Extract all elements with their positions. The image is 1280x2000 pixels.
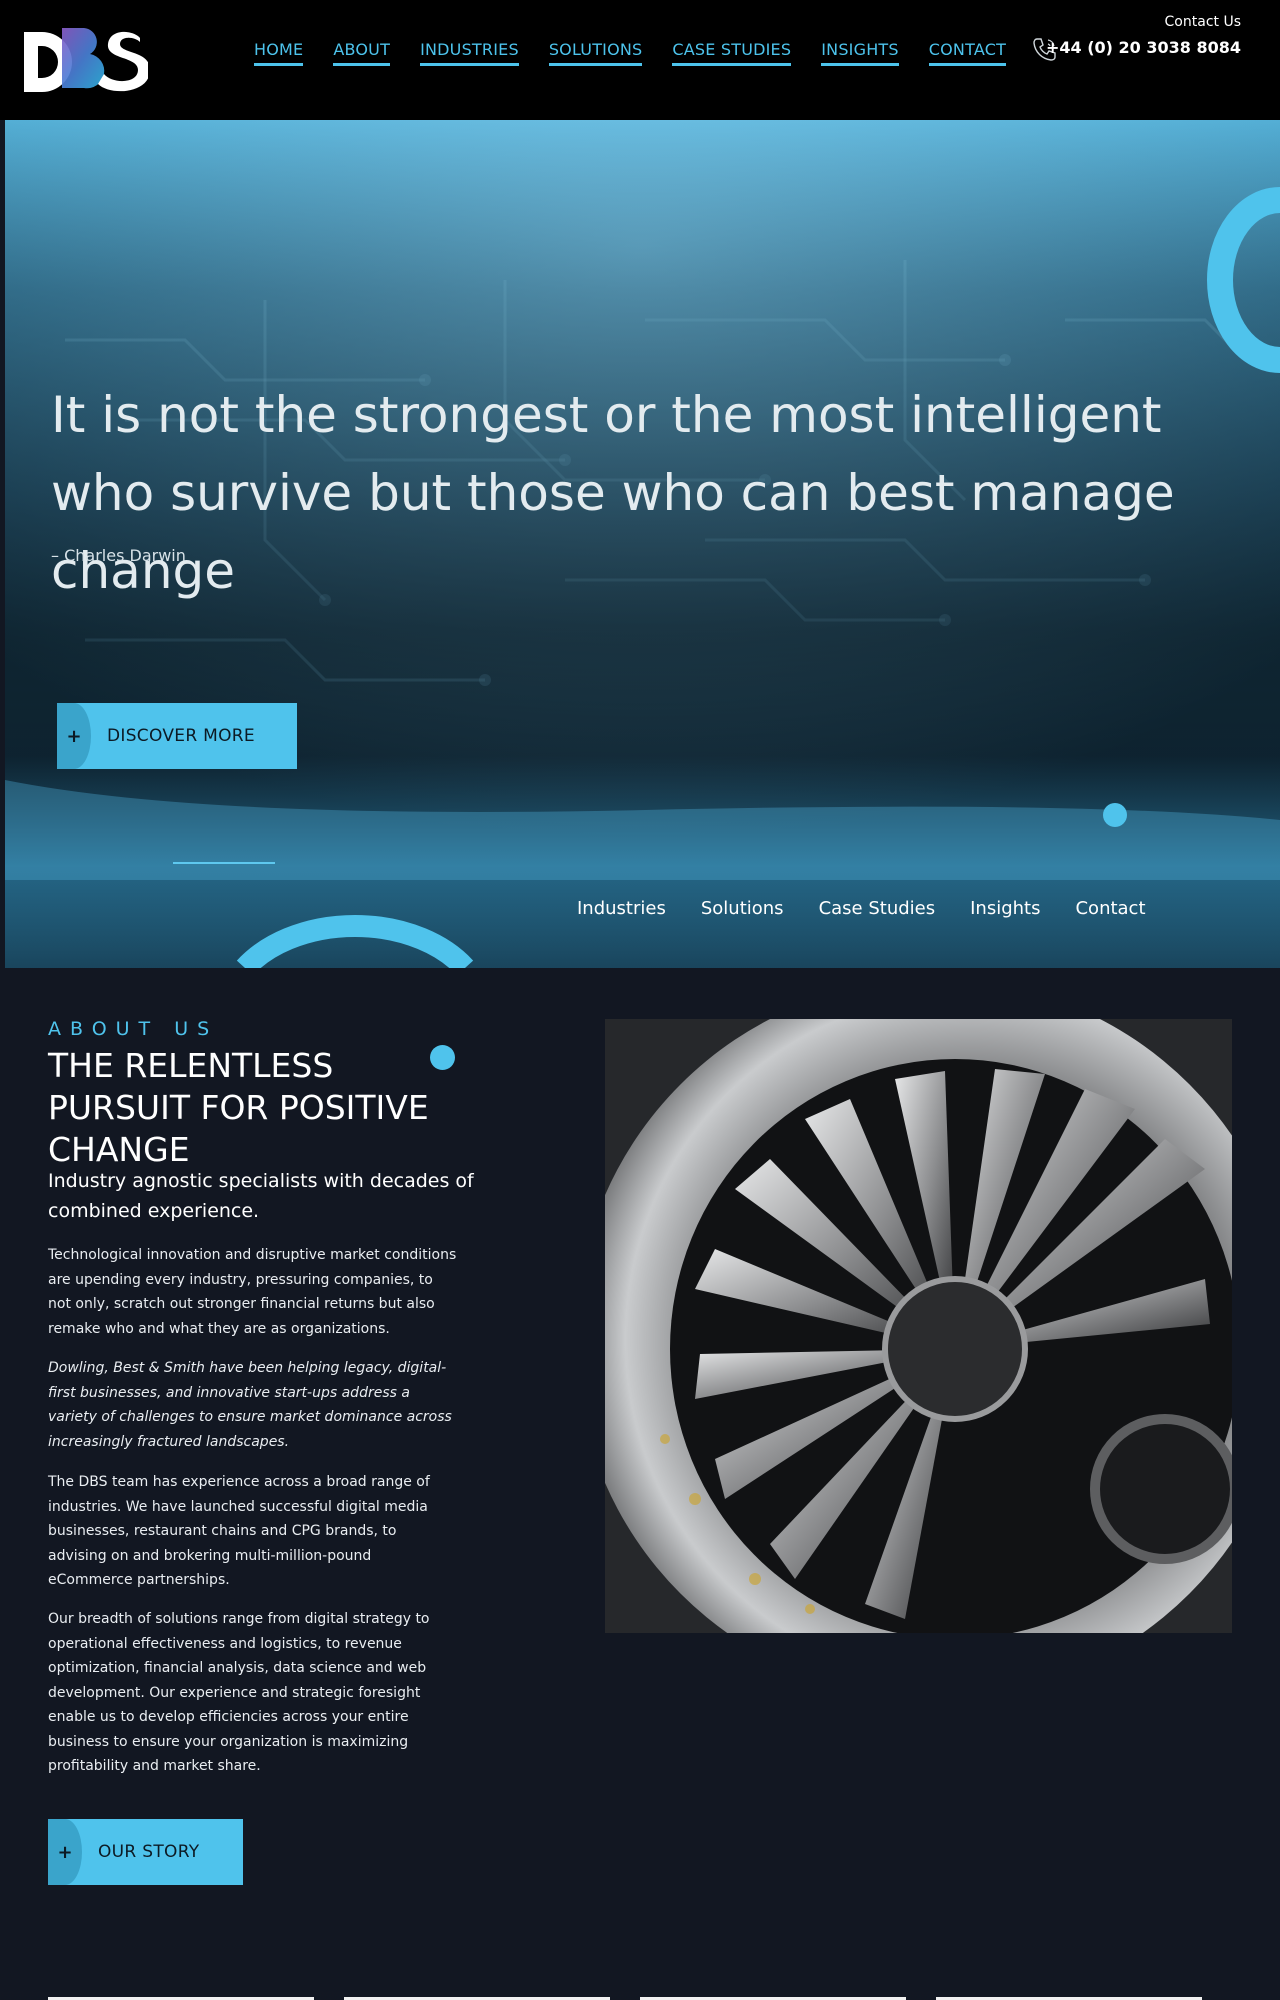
- nav-home[interactable]: HOME: [254, 40, 304, 66]
- decorative-dot: [1103, 803, 1127, 827]
- nav-solutions[interactable]: SOLUTIONS: [548, 40, 643, 66]
- contact-phone-number[interactable]: +44 (0) 20 3038 8084: [1046, 38, 1241, 57]
- hero-quote: It is not the strongest or the most inte…: [51, 386, 1175, 600]
- dbs-logo[interactable]: [22, 24, 150, 92]
- slider-indicator[interactable]: [173, 862, 275, 864]
- decorative-dot: [430, 1045, 455, 1070]
- our-story-label: OUR STORY: [98, 1842, 200, 1862]
- plus-icon: +: [57, 703, 91, 769]
- hero-quote-author: – Charles Darwin: [51, 546, 186, 565]
- hero-link-case-studies[interactable]: Case Studies: [819, 898, 936, 919]
- site-header: HOME ABOUT INDUSTRIES SOLUTIONS CASE STU…: [0, 0, 1280, 120]
- plus-icon: +: [48, 1819, 82, 1885]
- discover-more-button[interactable]: + DISCOVER MORE: [57, 703, 297, 769]
- nav-industries[interactable]: INDUSTRIES: [420, 40, 519, 66]
- about-lead: Industry agnostic specialists with decad…: [48, 1170, 474, 1222]
- nav-about[interactable]: ABOUT: [333, 40, 391, 66]
- hero-link-insights[interactable]: Insights: [970, 898, 1040, 919]
- turbine-image: [605, 1019, 1232, 1633]
- hero-link-contact[interactable]: Contact: [1075, 898, 1145, 919]
- hero-link-solutions[interactable]: Solutions: [701, 898, 784, 919]
- our-story-button[interactable]: + OUR STORY: [48, 1819, 243, 1885]
- hero-quick-links: Industries Solutions Case Studies Insigh…: [577, 898, 1146, 919]
- about-paragraph: The DBS team has experience across a bro…: [48, 1474, 430, 1588]
- hero-section: It is not the strongest or the most inte…: [5, 120, 1280, 968]
- about-paragraph: Dowling, Best & Smith have been helping …: [48, 1360, 452, 1450]
- nav-insights[interactable]: INSIGHTS: [821, 40, 899, 66]
- about-eyebrow: ABOUT US: [48, 1018, 219, 1040]
- about-title: THE RELENTLESS PURSUIT FOR POSITIVE CHAN…: [48, 1046, 429, 1169]
- hero-link-industries[interactable]: Industries: [577, 898, 666, 919]
- nav-contact[interactable]: CONTACT: [928, 40, 1007, 66]
- about-paragraph: Technological innovation and disruptive …: [48, 1247, 457, 1337]
- about-paragraph: Our breadth of solutions range from digi…: [48, 1611, 430, 1774]
- nav-case-studies[interactable]: CASE STUDIES: [672, 40, 792, 66]
- main-nav: HOME ABOUT INDUSTRIES SOLUTIONS CASE STU…: [254, 40, 1007, 66]
- discover-more-label: DISCOVER MORE: [107, 726, 255, 746]
- contact-us-label: Contact Us: [1164, 14, 1241, 30]
